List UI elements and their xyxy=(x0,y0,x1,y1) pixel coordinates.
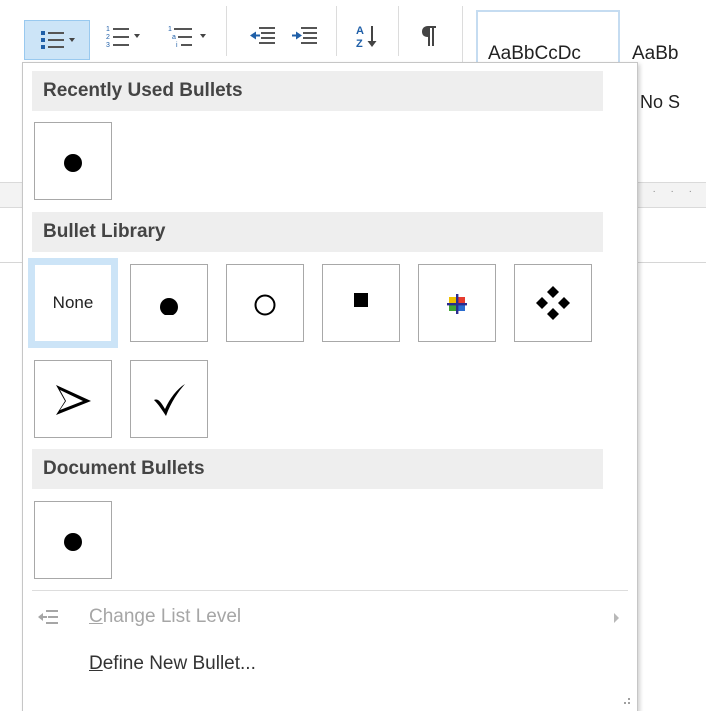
change-list-level-label: Change List Level xyxy=(89,606,242,627)
resize-grip-icon[interactable] xyxy=(619,697,631,709)
increase-indent-icon xyxy=(292,27,317,44)
library-bullet-solid-square[interactable] xyxy=(322,264,400,342)
style-no-spacing-name: No S xyxy=(640,92,681,112)
svg-text:2: 2 xyxy=(106,34,110,41)
recent-bullet-solid-circle[interactable] xyxy=(34,122,112,200)
ribbon-separator xyxy=(226,6,227,56)
library-bullet-colored-cross[interactable] xyxy=(418,264,496,342)
define-new-bullet-label: Define New Bullet... xyxy=(89,653,256,674)
recently-used-bullets-header: Recently Used Bullets xyxy=(32,71,603,111)
bullets-dropdown-caret[interactable] xyxy=(68,38,75,42)
multilevel-list-button[interactable]: 1 a i xyxy=(156,22,216,50)
svg-text:i: i xyxy=(176,42,178,48)
hollow-circle-bullet-icon xyxy=(254,294,276,316)
numbering-dropdown-caret[interactable] xyxy=(133,34,140,38)
checkmark-bullet-icon xyxy=(154,384,185,416)
svg-text:1: 1 xyxy=(106,26,110,33)
document-bullet-solid-circle[interactable] xyxy=(34,501,112,579)
decrease-indent-icon xyxy=(250,27,275,44)
four-diamonds-bullet-icon xyxy=(536,286,570,320)
solid-circle-bullet-icon xyxy=(64,533,82,551)
library-bullet-checkmark[interactable] xyxy=(130,360,208,438)
word-window: 1 2 3 1 a i A Z AaBbCcDc AaBb No S · · ·… xyxy=(0,0,706,711)
increase-indent-button[interactable] xyxy=(288,22,322,50)
arrowhead-bullet-icon xyxy=(56,385,91,415)
library-bullet-hollow-circle[interactable] xyxy=(226,264,304,342)
numbering-icon: 1 2 3 xyxy=(106,26,129,48)
numbering-button[interactable]: 1 2 3 xyxy=(94,22,150,50)
style-no-spacing-preview[interactable]: AaBb xyxy=(632,43,678,65)
library-bullet-solid-circle[interactable] xyxy=(130,264,208,342)
decrease-indent-button[interactable] xyxy=(246,22,280,50)
none-label: None xyxy=(52,293,94,312)
svg-text:A: A xyxy=(356,25,364,37)
show-formatting-marks-button[interactable] xyxy=(412,22,446,50)
submenu-arrow-icon xyxy=(614,613,619,623)
solid-square-bullet-icon xyxy=(354,293,368,307)
bullet-library-header: Bullet Library xyxy=(32,212,603,252)
solid-circle-bullet-icon xyxy=(160,298,178,315)
sort-button[interactable]: A Z xyxy=(350,22,384,50)
svg-text:3: 3 xyxy=(106,42,110,48)
define-new-bullet-menu-item[interactable]: Define New Bullet... xyxy=(23,644,637,684)
change-list-level-menu-item[interactable]: Change List Level xyxy=(23,597,637,637)
library-bullet-arrowhead[interactable] xyxy=(34,360,112,438)
library-bullet-none[interactable]: None xyxy=(28,258,118,348)
sort-icon: A Z xyxy=(356,25,377,49)
colored-cross-bullet-icon xyxy=(447,294,467,314)
bullets-dropdown-panel: Recently Used Bullets Bullet Library Non… xyxy=(22,62,638,711)
bullets-icon xyxy=(40,31,64,49)
document-bullets-header: Document Bullets xyxy=(32,449,603,489)
menu-divider xyxy=(32,590,628,591)
multilevel-list-icon: 1 a i xyxy=(168,26,192,48)
multilevel-list-dropdown-caret[interactable] xyxy=(199,34,206,38)
ribbon-separator xyxy=(398,6,399,56)
solid-circle-bullet-icon xyxy=(64,154,82,172)
library-bullet-four-diamonds[interactable] xyxy=(514,264,592,342)
svg-text:a: a xyxy=(172,34,176,41)
change-list-level-icon xyxy=(38,610,58,624)
ruler-ticks: · · · xyxy=(652,186,698,197)
ribbon-separator xyxy=(336,6,337,56)
show-formatting-marks-icon xyxy=(422,26,436,46)
bullets-button[interactable] xyxy=(24,20,90,60)
svg-text:1: 1 xyxy=(168,26,172,33)
svg-text:Z: Z xyxy=(356,38,363,49)
ribbon-separator xyxy=(462,6,463,66)
